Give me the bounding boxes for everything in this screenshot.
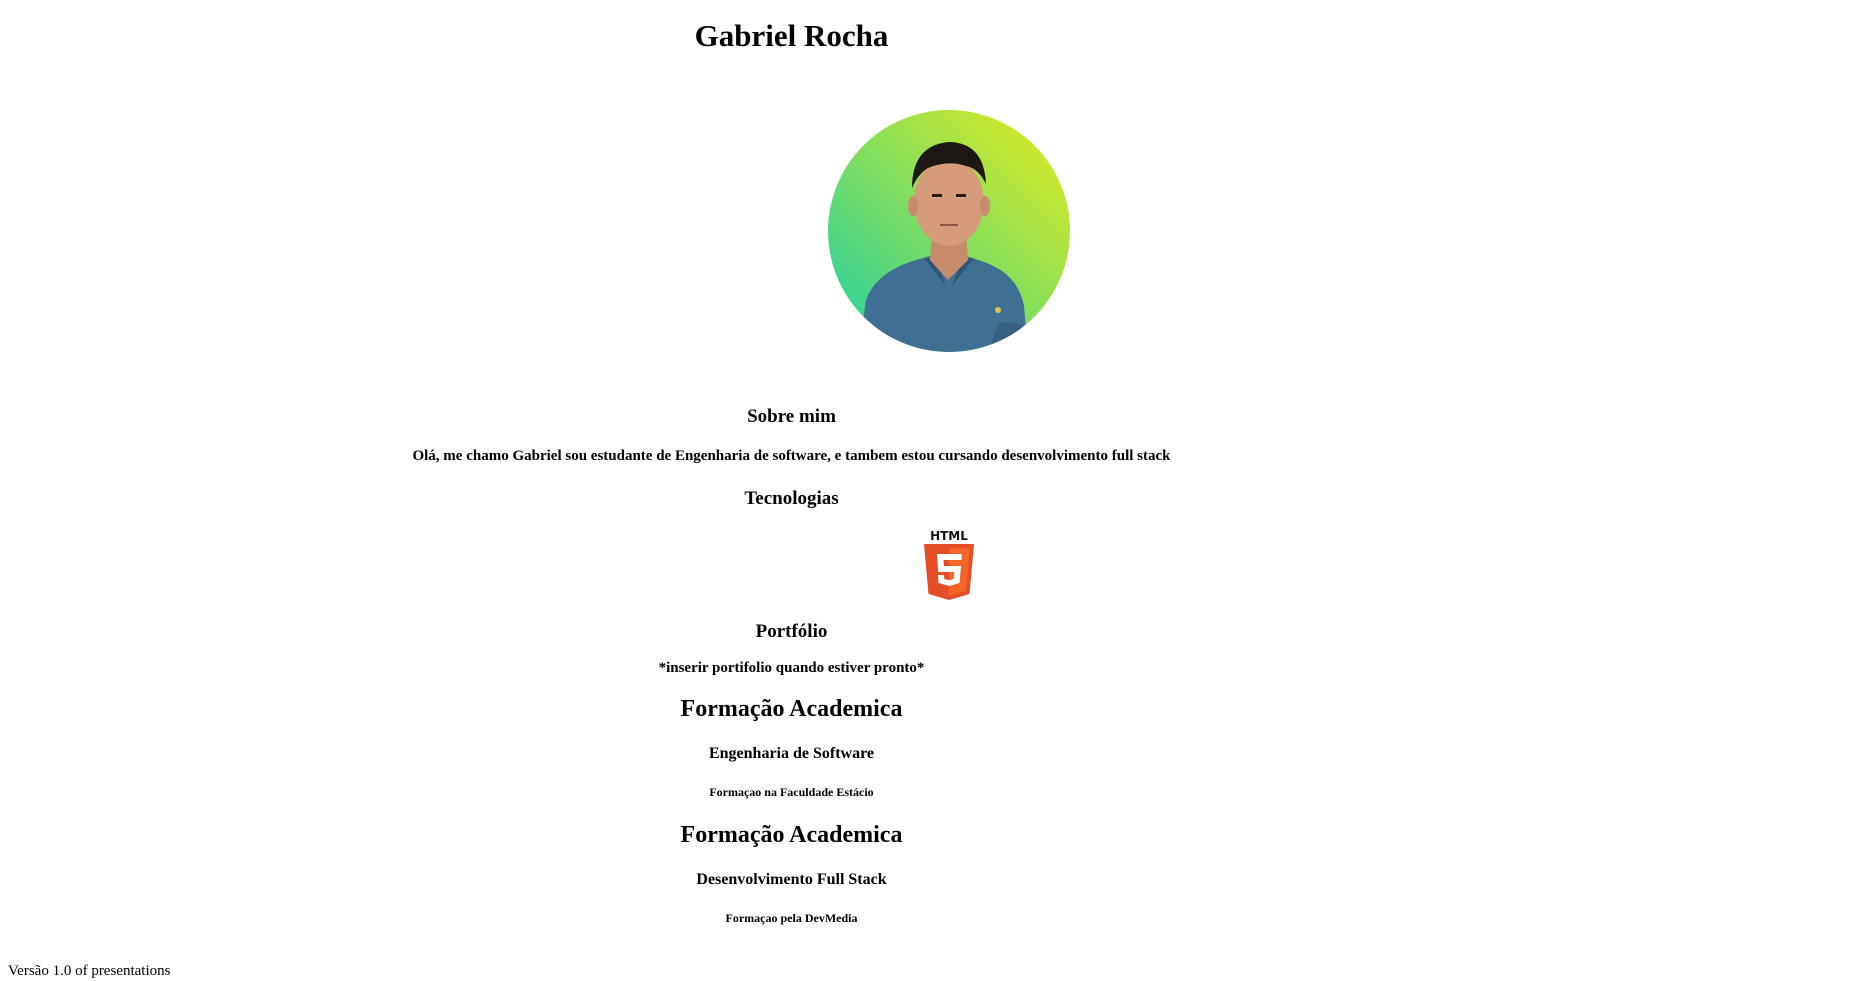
education-title-2: Formação Academica [680,822,903,848]
education-detail-2: Formaçao pela DevMedia [725,911,858,925]
avatar [828,110,1070,352]
education-title-1: Formação Academica [680,696,903,722]
portfolio-title: Portfólio [755,621,828,642]
technologies-title: Tecnologias [744,488,839,509]
page: Gabriel Rocha Sobre mim Olá, me chamo Ga… [0,0,1864,981]
portfolio-text: *inserir portifolio quando estiver pront… [658,660,925,676]
profile-photo-icon [828,110,1070,352]
about-text: Olá, me chamo Gabriel sou estudante de E… [412,448,1171,464]
education-course-1: Engenharia de Software [708,745,875,762]
footer-version: Versão 1.0 of presentations [8,963,171,979]
html-label: HTML [930,529,968,543]
education-course-2: Desenvolvimento Full Stack [696,871,887,888]
about-title: Sobre mim [747,406,836,427]
education-detail-1: Formaçao na Faculdade Estácio [709,785,874,799]
page-title: Gabriel Rocha [694,18,889,53]
html5-logo-icon: HTML [922,528,976,602]
